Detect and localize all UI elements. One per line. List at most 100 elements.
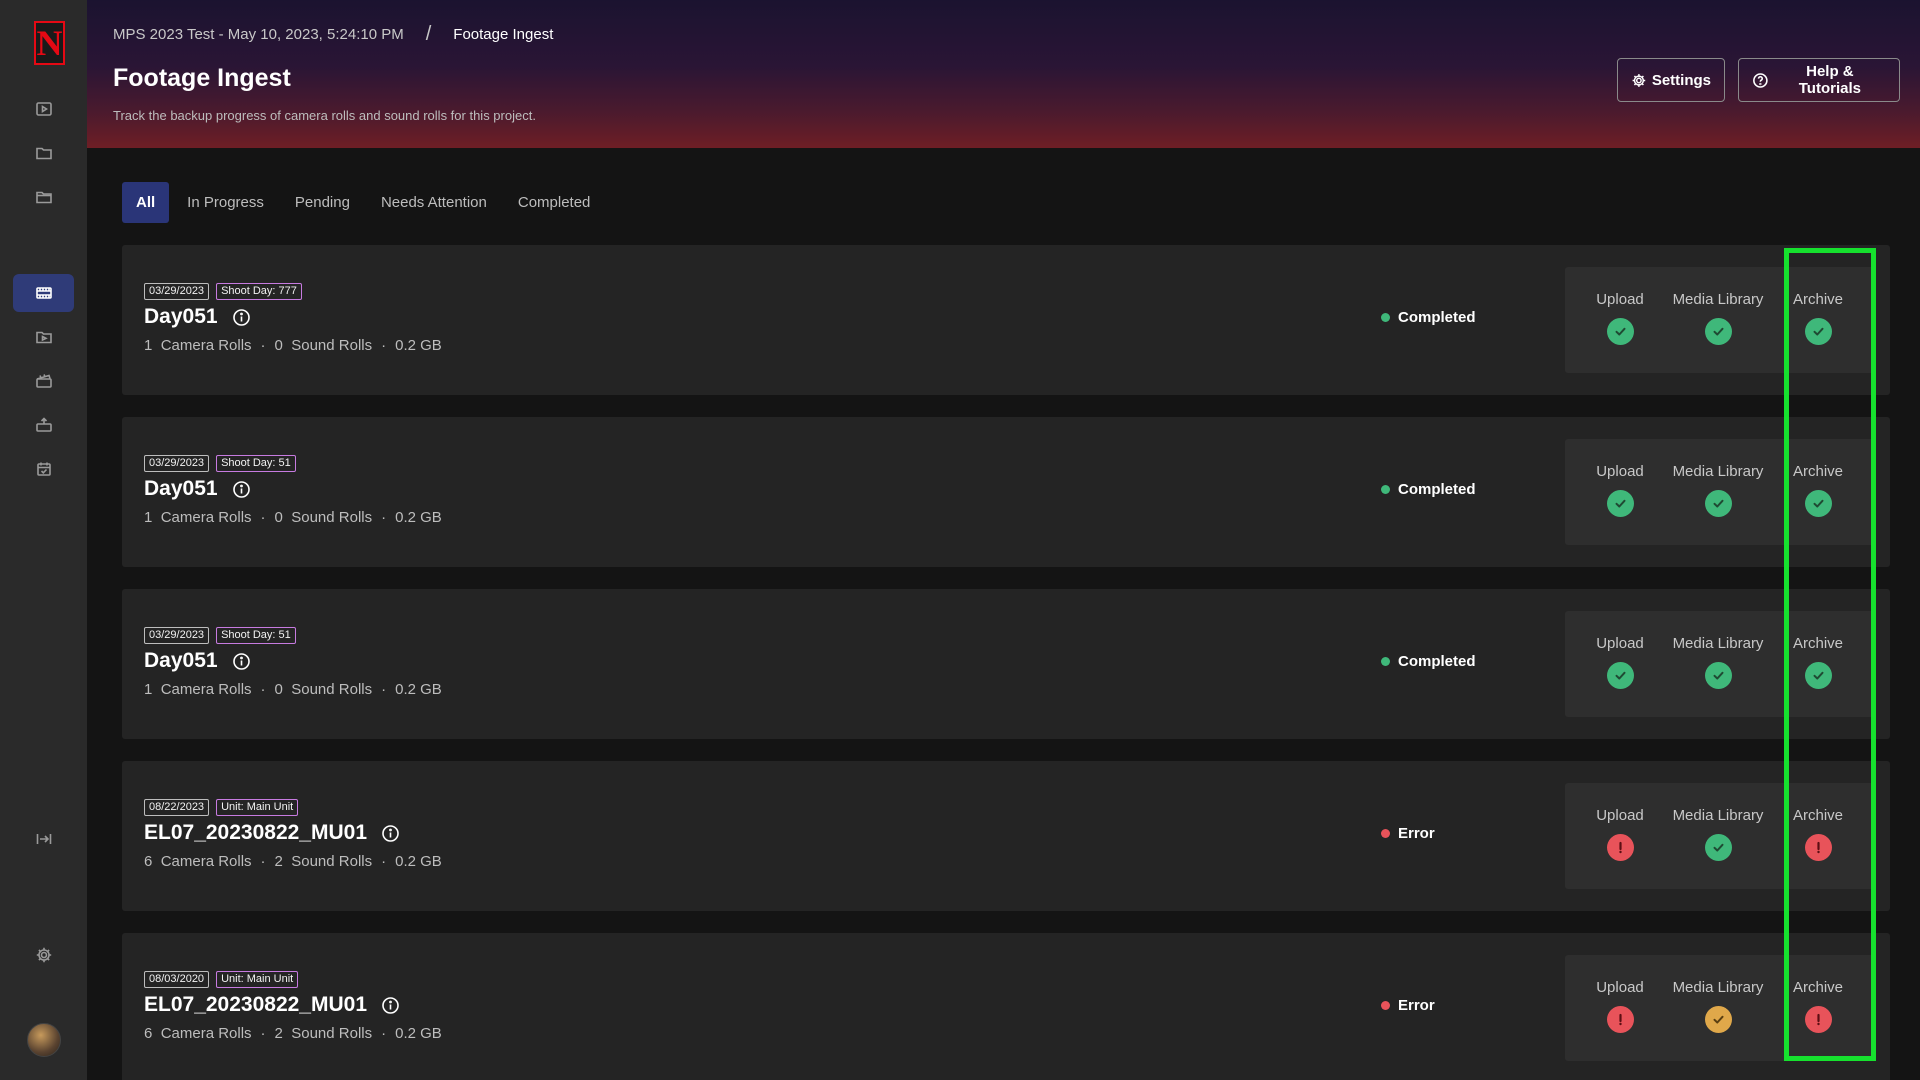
help-tutorials-button[interactable]: Help & Tutorials [1738,58,1900,102]
card-title: Day051 [144,649,251,673]
check-circle-icon[interactable] [1606,318,1634,345]
card-tags: 03/29/2023 Shoot Day: 51 [144,627,303,644]
info-icon[interactable] [381,824,400,843]
tab-completed[interactable]: Completed [505,182,604,223]
gear-icon [1632,73,1646,87]
size-value: 0.2 GB [395,1025,442,1042]
play-square-icon [35,102,52,116]
sidebar-item-media-player[interactable] [13,90,74,128]
ingest-card[interactable]: 03/29/2023 Shoot Day: 51 Day051 1 Camera… [122,589,1890,739]
collapse-sidebar-button[interactable] [13,820,74,858]
status-indicator: Completed [1381,653,1476,670]
film-strip-icon [35,287,52,299]
page-subtitle: Track the backup progress of camera roll… [113,108,536,123]
stage-upload: Upload [1565,955,1675,1033]
stage-upload: Upload [1565,267,1675,345]
shoot-badge: Shoot Day: 51 [216,627,296,644]
clapperboard-icon [35,374,52,388]
user-avatar[interactable] [27,1023,61,1057]
sidebar-item-camera-upload[interactable] [13,406,74,444]
sound-rolls-label: Sound Rolls [291,853,373,870]
status-text: Completed [1398,653,1476,670]
shoot-badge: Unit: Main Unit [216,799,299,816]
error-circle-icon[interactable] [1606,1006,1634,1033]
size-value: 0.2 GB [395,509,442,526]
status-text: Error [1398,825,1435,842]
sidebar-item-schedule[interactable] [13,450,74,488]
stage-label: Upload [1596,291,1644,308]
breadcrumb: MPS 2023 Test - May 10, 2023, 5:24:10 PM… [113,23,553,46]
date-badge: 08/22/2023 [144,799,210,816]
status-indicator: Error [1381,997,1435,1014]
camera-rolls-count: 1 [144,681,153,698]
calendar-check-icon [36,462,51,476]
check-circle-icon[interactable] [1606,662,1634,689]
camera-rolls-label: Camera Rolls [160,853,252,870]
card-title-text[interactable]: Day051 [144,477,218,501]
status-dot [1381,829,1390,838]
tab-all[interactable]: All [122,182,170,223]
info-icon[interactable] [232,480,251,499]
ingest-card[interactable]: 08/03/2020 Unit: Main Unit EL07_20230822… [122,933,1890,1080]
stage-label: Media Library [1672,635,1764,652]
folder-icon [35,147,52,160]
card-title-text[interactable]: EL07_20230822_MU01 [144,993,367,1017]
camera-rolls-count: 6 [144,1025,153,1042]
sidebar-item-video-folder[interactable] [13,318,74,356]
sound-rolls-count: 0 [274,681,283,698]
check-circle-icon[interactable] [1704,490,1732,517]
sidebar-item-clapperboard[interactable] [13,362,74,400]
card-tags: 08/22/2023 Unit: Main Unit [144,799,305,816]
stage-label: Media Library [1672,807,1764,824]
shoot-badge: Shoot Day: 51 [216,455,296,472]
status-text: Error [1398,997,1435,1014]
shoot-badge: Unit: Main Unit [216,971,299,988]
meta-dot: · [381,1025,387,1042]
date-badge: 03/29/2023 [144,455,210,472]
ingest-card[interactable]: 08/22/2023 Unit: Main Unit EL07_20230822… [122,761,1890,911]
card-title-text[interactable]: Day051 [144,305,218,329]
check-circle-warning-icon[interactable] [1704,1006,1732,1033]
info-icon[interactable] [381,996,400,1015]
netflix-logo[interactable]: N [34,21,65,65]
info-icon[interactable] [232,652,251,671]
breadcrumb-separator: / [425,23,432,45]
meta-dot: · [260,337,266,354]
tab-in-progress[interactable]: In Progress [174,182,277,223]
card-tags: 03/29/2023 Shoot Day: 777 [144,283,309,300]
question-circle-icon [1753,72,1768,88]
tab-needs-attention[interactable]: Needs Attention [368,182,500,223]
sidebar-item-folder[interactable] [13,134,74,172]
sidebar-item-footage-ingest[interactable] [13,274,74,312]
check-circle-icon[interactable] [1704,318,1732,345]
settings-button[interactable]: Settings [1617,58,1725,102]
size-value: 0.2 GB [395,853,442,870]
info-icon[interactable] [232,308,251,327]
settings-button-label: Settings [1651,71,1711,89]
tab-pending[interactable]: Pending [282,182,363,223]
card-title-text[interactable]: EL07_20230822_MU01 [144,821,367,845]
check-circle-icon[interactable] [1704,662,1732,689]
ingest-card[interactable]: 03/29/2023 Shoot Day: 51 Day051 1 Camera… [122,417,1890,567]
sidebar-item-files[interactable] [13,178,74,216]
sound-rolls-label: Sound Rolls [291,681,373,698]
sound-rolls-count: 2 [274,853,283,870]
sidebar-settings-button[interactable] [13,936,74,974]
sound-rolls-count: 0 [274,337,283,354]
video-folder-icon [35,331,52,344]
breadcrumb-project-link[interactable]: MPS 2023 Test - May 10, 2023, 5:24:10 PM [113,26,404,43]
status-filter-tabs: All In Progress Pending Needs Attention … [122,182,608,223]
help-button-label: Help & Tutorials [1798,63,1861,97]
stage-upload: Upload [1565,783,1675,861]
sound-rolls-label: Sound Rolls [291,509,373,526]
card-meta: 6 Camera Rolls · 2 Sound Rolls · 0.2 GB [144,1025,442,1042]
error-circle-icon[interactable] [1606,834,1634,861]
camera-rolls-count: 1 [144,509,153,526]
card-title-text[interactable]: Day051 [144,649,218,673]
stage-label: Upload [1596,979,1644,996]
collapse-panel-icon [36,834,51,844]
meta-dot: · [260,681,266,698]
check-circle-icon[interactable] [1704,834,1732,861]
ingest-card[interactable]: 03/29/2023 Shoot Day: 777 Day051 1 Camer… [122,245,1890,395]
check-circle-icon[interactable] [1606,490,1634,517]
